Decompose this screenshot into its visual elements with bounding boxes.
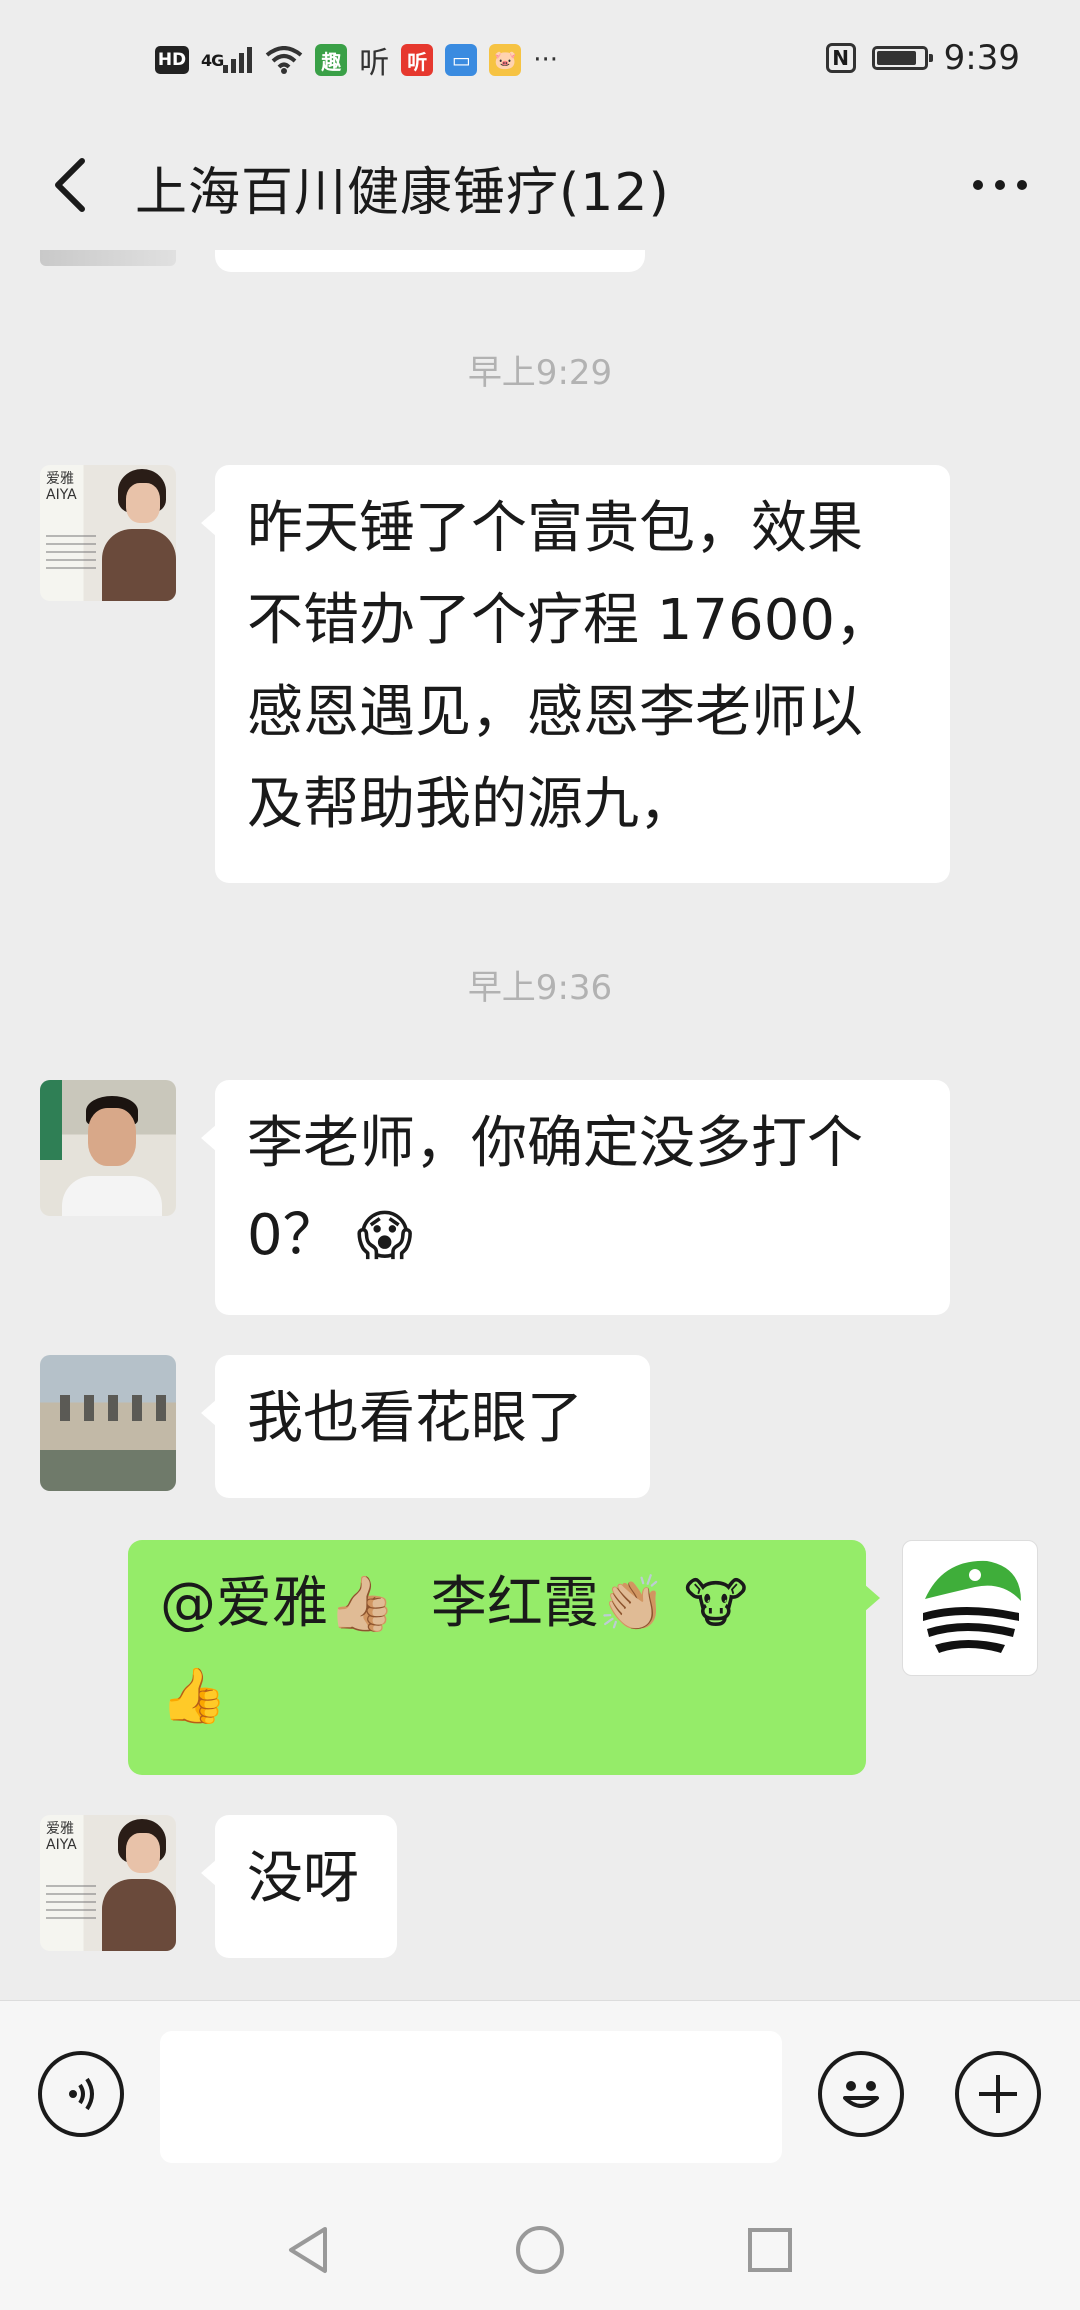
avatar[interactable]: 爱雅 AIYA	[40, 1815, 176, 1951]
message-input[interactable]	[160, 2031, 782, 2163]
more-dot-icon	[1017, 180, 1027, 190]
system-home-button[interactable]	[510, 2220, 570, 2280]
plus-icon	[979, 2075, 1017, 2113]
input-bar	[0, 2000, 1080, 2191]
network-type: 4G	[201, 50, 224, 70]
screaming-face-emoji-icon: 😱	[356, 1204, 413, 1267]
nfc-icon: N	[825, 43, 856, 73]
message-bubble[interactable]: 我也看花眼了	[201, 1355, 650, 1498]
system-recents-button[interactable]	[740, 2220, 800, 2280]
emoji-button[interactable]	[818, 2051, 904, 2137]
status-icons-left: HD 4G 趣 听 听 ▭ 🐷 ···	[155, 38, 558, 82]
avatar-window	[156, 1395, 166, 1421]
wifi-icon	[265, 46, 303, 74]
message-line: 👍	[160, 1650, 838, 1742]
message-bubble[interactable]: 李老师，你确定没多打个 0？ 😱	[201, 1080, 950, 1315]
back-arrow-icon	[55, 158, 85, 212]
timestamp: 早上9:29	[467, 353, 613, 393]
avatar-decoration	[46, 1885, 96, 1925]
square-recents-icon	[748, 2228, 792, 2272]
avatar-background	[40, 1080, 62, 1160]
message-line: 不错办了个疗程 17600，	[247, 588, 891, 653]
avatar-window	[60, 1395, 70, 1421]
thumbs-up-emoji-icon: 👍	[160, 1664, 228, 1727]
chat-header: 上海百川健康锤疗(12)	[0, 120, 1080, 250]
hd-icon: HD	[155, 46, 189, 74]
message-text: 0？	[247, 1203, 339, 1268]
pig-app-icon: 🐷	[489, 44, 522, 76]
previous-avatar-fragment	[40, 250, 176, 266]
message-bubble[interactable]: 昨天锤了个富贵包，效果 不错办了个疗程 17600， 感恩遇见，感恩李老师以 及…	[201, 465, 950, 883]
avatar-logo-text: 爱雅 AIYA	[46, 471, 77, 503]
triangle-back-icon	[289, 2227, 327, 2273]
voice-input-button[interactable]	[38, 2051, 124, 2137]
signal-bars-icon	[223, 47, 253, 73]
avatar-body	[102, 1879, 176, 1951]
message-line: 没呀	[247, 1846, 359, 1911]
avatar-body	[62, 1176, 162, 1216]
message-text: 李红霞	[430, 1571, 599, 1636]
more-dot-icon	[995, 180, 1005, 190]
timestamp: 早上9:36	[467, 968, 613, 1008]
avatar-body	[102, 529, 176, 601]
mention[interactable]: @爱雅	[160, 1571, 328, 1636]
voice-icon	[69, 2077, 94, 2111]
chat-message-list[interactable]: 早上9:29 爱雅 AIYA 昨天锤了个富贵包，效果 不错办了个疗程 17600…	[0, 250, 1080, 2000]
message-line-with-emoji: 0？ 😱	[247, 1190, 922, 1282]
message-line: 感恩遇见，感恩李老师以	[247, 680, 863, 745]
avatar-window	[84, 1395, 94, 1421]
status-icons-right: N 9:39	[825, 38, 1020, 78]
battery-icon	[871, 46, 933, 70]
message-bubble[interactable]: 没呀	[201, 1815, 397, 1958]
clock: 9:39	[943, 38, 1020, 78]
system-navigation-bar	[0, 2190, 1080, 2310]
cow-emoji-icon: 🐮	[683, 1572, 748, 1635]
avatar-window	[108, 1395, 118, 1421]
more-dot-icon	[973, 180, 983, 190]
more-functions-button[interactable]	[955, 2051, 1041, 2137]
ting-red-icon: 听	[401, 44, 434, 76]
message-line: 及帮助我的源九，	[247, 772, 695, 837]
avatar-window	[132, 1395, 142, 1421]
message-line: 昨天锤了个富贵包，效果	[247, 496, 863, 561]
avatar-logo-text: 爱雅 AIYA	[46, 1821, 77, 1853]
avatar-face	[88, 1108, 136, 1166]
avatar[interactable]	[40, 1355, 176, 1491]
chat-title: 上海百川健康锤疗(12)	[135, 163, 670, 223]
avatar-face	[126, 483, 160, 523]
card-app-icon: ▭	[445, 44, 478, 76]
status-bar: HD 4G 趣 听 听 ▭ 🐷 ··· N 9:39	[0, 0, 1080, 120]
signal-icon: 4G	[201, 47, 253, 73]
ting-outline-icon: 听	[359, 46, 390, 81]
avatar[interactable]	[40, 1080, 176, 1216]
green-swirl-logo-icon	[919, 1557, 1023, 1661]
more-options-button[interactable]	[960, 160, 1040, 210]
avatar-face	[126, 1833, 160, 1873]
qutoutiao-icon: 趣	[315, 44, 348, 76]
smiley-icon	[843, 2081, 879, 2108]
circle-home-icon	[516, 2226, 564, 2274]
clapping-emoji-icon: 👏🏼	[598, 1572, 667, 1635]
message-line: 我也看花眼了	[247, 1386, 583, 1451]
avatar[interactable]: 爱雅 AIYA	[40, 465, 176, 601]
overflow-notifications-icon: ···	[533, 45, 559, 75]
avatar-decoration	[46, 535, 96, 575]
previous-bubble-fragment	[215, 250, 645, 272]
system-back-button[interactable]	[278, 2220, 338, 2280]
back-button[interactable]	[40, 152, 100, 218]
thumbs-up-emoji-icon: 👍🏼	[328, 1572, 396, 1635]
message-bubble-outgoing[interactable]: @爱雅👍🏼 李红霞👏🏼 🐮 👍	[128, 1540, 880, 1775]
my-avatar[interactable]	[902, 1540, 1038, 1676]
message-line: 李老师，你确定没多打个	[247, 1111, 863, 1176]
message-line: @爱雅👍🏼 李红霞👏🏼 🐮	[160, 1558, 838, 1650]
